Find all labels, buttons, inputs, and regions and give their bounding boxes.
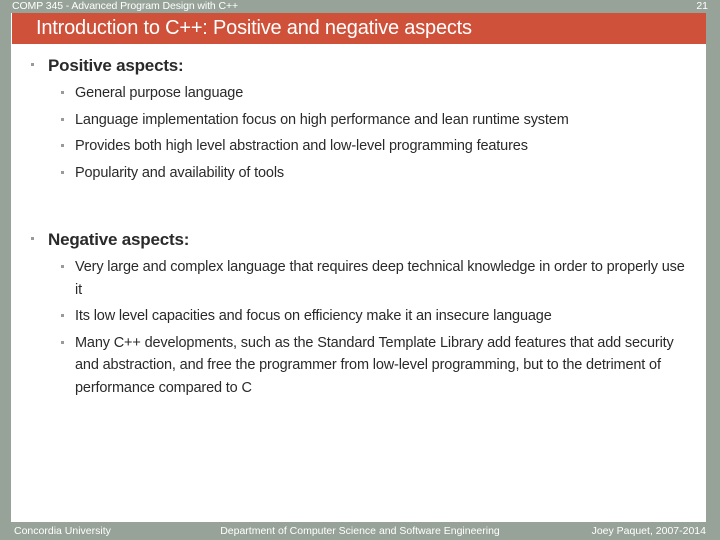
list-item: Many C++ developments, such as the Stand… bbox=[11, 332, 706, 400]
slide: COMP 345 - Advanced Program Design with … bbox=[0, 0, 720, 540]
slide-footer-bar: Concordia University Department of Compu… bbox=[0, 522, 720, 540]
square-bullet-icon bbox=[61, 144, 64, 147]
section-heading-label: Positive aspects: bbox=[48, 56, 184, 75]
square-bullet-icon bbox=[61, 170, 64, 174]
slide-title-banner: Introduction to C++: Positive and negati… bbox=[12, 13, 706, 44]
slide-body: Positive aspects: General purpose langua… bbox=[11, 44, 706, 522]
square-bullet-icon bbox=[31, 63, 34, 66]
square-bullet-icon bbox=[61, 265, 64, 268]
list-item: Very large and complex language that req… bbox=[11, 256, 706, 301]
footer-author: Joey Paquet, 2007-2014 bbox=[591, 525, 706, 537]
list-item-label: Provides both high level abstraction and… bbox=[75, 138, 528, 154]
list-item: Language implementation focus on high pe… bbox=[11, 109, 706, 132]
slide-page-number: 21 bbox=[696, 0, 708, 12]
slide-header-bar: COMP 345 - Advanced Program Design with … bbox=[0, 0, 720, 13]
list-item-label: Popularity and availability of tools bbox=[75, 164, 284, 181]
square-bullet-icon bbox=[31, 237, 34, 240]
list-item: Provides both high level abstraction and… bbox=[11, 135, 706, 158]
slide-title: Introduction to C++: Positive and negati… bbox=[36, 17, 472, 39]
list-item: General purpose language bbox=[11, 82, 706, 105]
list-item-label: Its low level capacities and focus on ef… bbox=[75, 308, 552, 324]
right-rail-decoration bbox=[706, 13, 720, 522]
square-bullet-icon bbox=[61, 91, 64, 94]
section-heading-positive: Positive aspects: bbox=[11, 53, 706, 78]
square-bullet-icon bbox=[61, 340, 64, 344]
section-heading-negative: Negative aspects: bbox=[11, 227, 706, 252]
square-bullet-icon bbox=[61, 117, 64, 121]
section-heading-label: Negative aspects: bbox=[48, 230, 190, 249]
list-item: Popularity and availability of tools bbox=[11, 162, 706, 185]
left-rail-decoration bbox=[0, 13, 11, 522]
square-bullet-icon bbox=[61, 314, 64, 317]
course-title-label: COMP 345 - Advanced Program Design with … bbox=[12, 0, 239, 12]
list-item-label: Very large and complex language that req… bbox=[75, 259, 685, 298]
list-item: Its low level capacities and focus on ef… bbox=[11, 305, 706, 328]
negative-aspects-list: Very large and complex language that req… bbox=[11, 256, 706, 399]
positive-aspects-list: General purpose language Language implem… bbox=[11, 82, 706, 184]
list-item-label: General purpose language bbox=[75, 85, 244, 101]
list-item-label: Many C++ developments, such as the Stand… bbox=[75, 334, 674, 396]
list-item-label: Language implementation focus on high pe… bbox=[75, 111, 569, 128]
